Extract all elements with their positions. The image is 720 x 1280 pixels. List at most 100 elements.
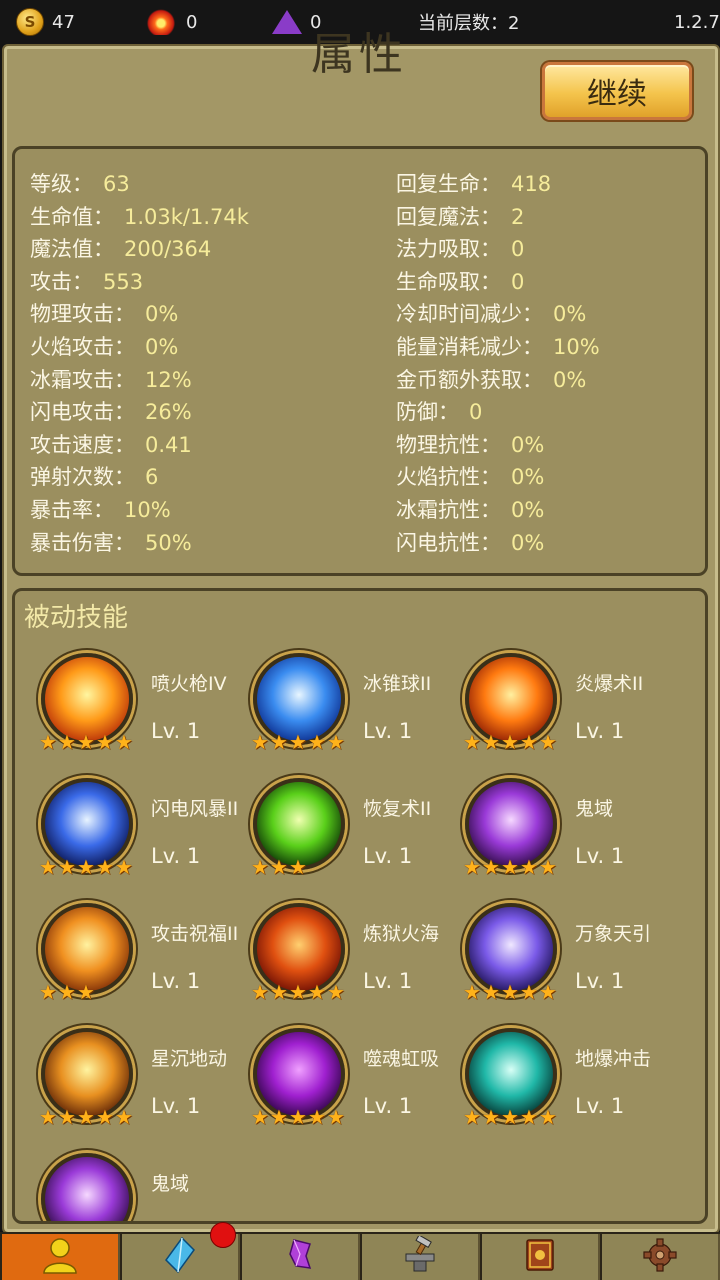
skill-level: Lv. 1 [363, 1094, 413, 1118]
skill-item[interactable]: ★ ★ ★ ★ ★ 万象天引 Lv. 1 [463, 903, 675, 1013]
star-icon: ★ [501, 730, 519, 754]
skill-stars: ★ ★ ★ [251, 855, 308, 879]
skill-item[interactable]: ★ ★ ★ ★ ★ 噬魂虹吸 Lv. 1 [251, 1028, 463, 1138]
skill-level: Lv. 1 [151, 1094, 201, 1118]
star-icon: ★ [270, 980, 288, 1004]
stat-value: 0% [553, 302, 587, 327]
stat-label: 等级： [30, 172, 93, 196]
star-icon: ★ [96, 1105, 114, 1129]
character-icon [40, 1236, 80, 1278]
star-icon: ★ [251, 980, 269, 1004]
stat-label: 生命值： [30, 204, 114, 229]
star-icon: ★ [463, 730, 481, 754]
continue-button[interactable]: 继续 [542, 62, 692, 120]
skill-name: 炼狱火海 [363, 923, 440, 945]
star-icon: ★ [463, 1105, 481, 1129]
stat-label: 回复生命： [396, 172, 501, 196]
stat-value: 0% [511, 465, 545, 490]
skill-name: 喷火枪IV [151, 673, 227, 695]
star-icon: ★ [520, 1105, 538, 1129]
tab-spellbook[interactable] [482, 1234, 600, 1280]
tab-character[interactable] [2, 1234, 120, 1280]
tab-magic-gem[interactable] [242, 1234, 360, 1280]
skill-name: 恢复术II [363, 798, 432, 820]
stat-label: 物理抗性： [396, 432, 501, 457]
skill-stars: ★ ★ ★ ★ ★ [463, 980, 558, 1004]
star-icon: ★ [289, 855, 307, 879]
star-icon: ★ [77, 855, 95, 879]
stat-value: 12% [145, 367, 192, 392]
skill-item[interactable]: ★ ★ ★ ★ ★ 喷火枪IV Lv. 1 [39, 653, 251, 763]
star-icon: ★ [270, 855, 288, 879]
skill-stars: ★ ★ ★ ★ ★ [463, 730, 558, 754]
skill-name: 炎爆术II [575, 673, 644, 695]
stat-row: 生命值： 1.03k/1.74k [30, 201, 249, 231]
star-icon: ★ [39, 1105, 57, 1129]
stat-value: 63 [103, 172, 130, 196]
star-icon: ★ [39, 980, 57, 1004]
skill-item[interactable]: ★★★★★鬼域Lv. 1 [41, 1153, 251, 1221]
stat-value: 0 [469, 400, 483, 425]
tab-anvil[interactable] [362, 1234, 480, 1280]
skill-item[interactable]: ★ ★ ★ 恢复术II Lv. 1 [251, 778, 463, 888]
stat-row: 物理抗性： 0% [396, 429, 544, 459]
stat-value: 0% [511, 530, 545, 555]
stat-row: 闪电攻击： 26% [30, 396, 192, 426]
skill-name: 攻击祝福II [151, 923, 239, 945]
skill-level: Lv. 1 [151, 1219, 200, 1221]
stat-row: 暴击率： 10% [30, 494, 171, 524]
stat-value: 6 [145, 465, 159, 490]
stat-label: 火焰攻击： [30, 335, 135, 359]
star-icon: ★ [463, 855, 481, 879]
skill-stars: ★ ★ ★ ★ ★ [251, 730, 346, 754]
stat-row: 弹射次数： 6 [30, 461, 158, 491]
skill-stars: ★ ★ ★ ★ ★ [39, 730, 134, 754]
star-icon: ★ [308, 980, 326, 1004]
skill-item[interactable]: ★ ★ ★ 攻击祝福II Lv. 1 [39, 903, 251, 1013]
stat-label: 生命吸取： [396, 269, 501, 294]
star-icon: ★ [58, 980, 76, 1004]
star-icon: ★ [39, 730, 57, 754]
skill-item[interactable]: ★ ★ ★ ★ ★ 炼狱火海 Lv. 1 [251, 903, 463, 1013]
skill-item[interactable]: ★★★★★鬼域Lv. 1 [463, 778, 675, 888]
star-icon: ★ [501, 980, 519, 1004]
star-icon: ★ [58, 855, 76, 879]
stat-row: 暴击伤害： 50% [30, 527, 192, 557]
star-icon: ★ [77, 730, 95, 754]
star-icon: ★ [115, 730, 133, 754]
skill-item[interactable]: ★ ★ ★ ★ ★ 炎爆术II Lv. 1 [463, 653, 675, 763]
stat-row: 火焰攻击： 0% [30, 331, 178, 361]
tab-settings-gear[interactable] [602, 1234, 720, 1280]
stat-row: 冰霜攻击： 12% [30, 364, 192, 394]
star-icon: ★ [308, 1105, 326, 1129]
stat-row: 攻击： 553 [30, 266, 143, 296]
stat-label: 火焰抗性： [396, 465, 501, 490]
stat-label: 防御： [396, 400, 459, 425]
stat-value: 0% [145, 335, 179, 359]
skill-item[interactable]: ★ ★ ★ ★ ★ 星沉地动 Lv. 1 [39, 1028, 251, 1138]
stat-label: 冷却时间减少： [396, 302, 543, 327]
star-icon: ★ [251, 730, 269, 754]
skill-item[interactable]: ★ ★ ★ ★ ★ 冰锥球II Lv. 1 [251, 653, 463, 763]
star-icon: ★ [77, 1105, 95, 1129]
star-icon: ★ [115, 1105, 133, 1129]
star-icon: ★ [482, 855, 500, 879]
stat-label: 冰霜攻击： [30, 367, 135, 392]
star-icon: ★ [270, 730, 288, 754]
magic-gem-icon [280, 1236, 320, 1278]
star-icon: ★ [501, 855, 519, 879]
bottom-tab-bar [0, 1222, 720, 1280]
skill-level: Lv. 1 [575, 844, 625, 868]
stat-row: 攻击速度： 0.41 [30, 429, 192, 459]
star-icon: ★ [520, 855, 538, 879]
skill-level: Lv. 1 [151, 969, 201, 993]
skill-name: 万象天引 [575, 923, 652, 945]
stat-value: 1.03k/1.74k [124, 204, 249, 229]
star-icon: ★ [327, 980, 345, 1004]
stat-label: 物理攻击： [30, 302, 135, 327]
stat-label: 魔法值： [30, 237, 114, 262]
stat-row: 生命吸取： 0 [396, 266, 524, 296]
skill-item[interactable]: ★ ★ ★ ★ ★ 地爆冲击 Lv. 1 [463, 1028, 675, 1138]
star-icon: ★ [39, 855, 57, 879]
skill-item[interactable]: ★ ★ ★ ★ ★ 闪电风暴II Lv. 1 [39, 778, 251, 888]
